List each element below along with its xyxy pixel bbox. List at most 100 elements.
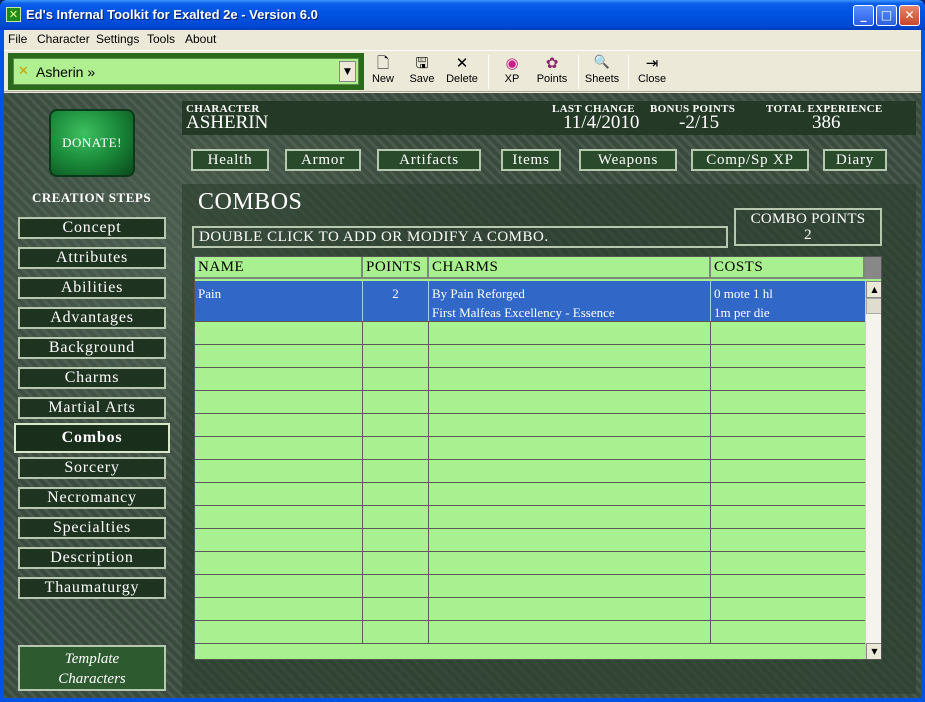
- menu-file[interactable]: File: [8, 32, 27, 46]
- empty-cell: [429, 414, 711, 436]
- menu-bar: File Character Settings Tools About: [4, 30, 921, 48]
- grid-header-corner: [865, 257, 881, 279]
- empty-cell: [195, 368, 363, 390]
- character-selector-frame: ✕ Asherin » ▼: [8, 53, 364, 90]
- dropdown-arrow-icon[interactable]: ▼: [339, 61, 356, 82]
- table-row[interactable]: [195, 529, 865, 552]
- step-specialties[interactable]: Specialties: [18, 517, 166, 539]
- step-martial-arts[interactable]: Martial Arts: [18, 397, 166, 419]
- minimize-button[interactable]: _: [853, 5, 874, 26]
- step-background[interactable]: Background: [18, 337, 166, 359]
- cell-name: Pain: [195, 281, 363, 321]
- menu-character[interactable]: Character: [37, 32, 90, 46]
- step-necromancy[interactable]: Necromancy: [18, 487, 166, 509]
- table-row[interactable]: [195, 483, 865, 506]
- table-row[interactable]: [195, 621, 865, 644]
- empty-cell: [363, 460, 429, 482]
- title-bar[interactable]: ✕ Ed's Infernal Toolkit for Exalted 2e -…: [0, 0, 925, 30]
- delete-button[interactable]: ✕ Delete: [443, 53, 481, 91]
- table-row[interactable]: [195, 506, 865, 529]
- step-description[interactable]: Description: [18, 547, 166, 569]
- scroll-up-icon[interactable]: ▲: [866, 281, 881, 298]
- empty-cell: [363, 552, 429, 574]
- sheets-button[interactable]: 🔍 Sheets: [584, 53, 620, 91]
- empty-cell: [711, 529, 865, 551]
- table-row[interactable]: [195, 575, 865, 598]
- empty-cell: [363, 391, 429, 413]
- close-button[interactable]: ⇥ Close: [637, 53, 667, 91]
- step-abilities[interactable]: Abilities: [18, 277, 166, 299]
- template-characters-button[interactable]: Template Characters: [18, 645, 166, 691]
- character-selector[interactable]: ✕ Asherin » ▼: [13, 58, 359, 85]
- empty-cell: [711, 460, 865, 482]
- empty-cell: [363, 529, 429, 551]
- empty-cell: [429, 575, 711, 597]
- grid-scrollbar[interactable]: ▲ ▼: [865, 281, 881, 659]
- column-header-name[interactable]: NAME: [195, 257, 363, 279]
- save-button[interactable]: 🖫 Save: [406, 53, 438, 91]
- empty-cell: [711, 621, 865, 643]
- scroll-thumb[interactable]: [866, 298, 881, 314]
- empty-cell: [195, 391, 363, 413]
- step-thaumaturgy[interactable]: Thaumaturgy: [18, 577, 166, 599]
- column-header-charms[interactable]: CHARMS: [429, 257, 711, 279]
- empty-cell: [195, 621, 363, 643]
- tab-artifacts[interactable]: Artifacts: [377, 149, 481, 171]
- empty-cell: [711, 345, 865, 367]
- panel-title: COMBOS: [198, 189, 303, 215]
- table-row[interactable]: [195, 345, 865, 368]
- column-header-points[interactable]: POINTS: [363, 257, 429, 279]
- empty-cell: [711, 483, 865, 505]
- empty-cell: [195, 529, 363, 551]
- step-charms[interactable]: Charms: [18, 367, 166, 389]
- delete-button-label: Delete: [446, 73, 478, 85]
- empty-cell: [429, 621, 711, 643]
- column-header-costs[interactable]: COSTS: [711, 257, 865, 279]
- points-icon: ✿: [545, 54, 559, 72]
- table-row[interactable]: [195, 552, 865, 575]
- tab-weapons[interactable]: Weapons: [579, 149, 677, 171]
- combos-grid[interactable]: NAME POINTS CHARMS COSTS Pain 2 By Pain …: [194, 256, 882, 660]
- empty-cell: [363, 506, 429, 528]
- table-row[interactable]: [195, 460, 865, 483]
- step-combos[interactable]: Combos: [14, 423, 170, 453]
- points-button[interactable]: ✿ Points: [535, 53, 569, 91]
- donate-button[interactable]: DONATE!: [49, 109, 135, 177]
- menu-settings[interactable]: Settings: [96, 32, 139, 46]
- table-row[interactable]: Pain 2 By Pain Reforged First Malfeas Ex…: [195, 281, 865, 322]
- instruction-text: DOUBLE CLICK TO ADD OR MODIFY A COMBO.: [192, 226, 728, 248]
- empty-cell: [363, 345, 429, 367]
- tab-armor[interactable]: Armor: [285, 149, 361, 171]
- step-attributes[interactable]: Attributes: [18, 247, 166, 269]
- empty-cell: [429, 552, 711, 574]
- character-selector-value: Asherin »: [36, 64, 96, 80]
- xp-button[interactable]: ◉ XP: [500, 53, 524, 91]
- tab-comp-sp-xp[interactable]: Comp/Sp XP: [691, 149, 809, 171]
- cell-charms-line1: By Pain Reforged: [432, 286, 525, 301]
- table-row[interactable]: [195, 414, 865, 437]
- table-row[interactable]: [195, 368, 865, 391]
- table-row[interactable]: [195, 322, 865, 345]
- tab-health[interactable]: Health: [191, 149, 269, 171]
- step-concept[interactable]: Concept: [18, 217, 166, 239]
- empty-cell: [711, 391, 865, 413]
- template-line1: Template: [64, 651, 120, 667]
- table-row[interactable]: [195, 437, 865, 460]
- tab-items[interactable]: Items: [501, 149, 561, 171]
- maximize-button[interactable]: □: [876, 5, 897, 26]
- table-row[interactable]: [195, 598, 865, 621]
- toolkit-x-icon: ✕: [6, 7, 21, 22]
- toolbar-separator: [488, 55, 489, 89]
- table-row[interactable]: [195, 391, 865, 414]
- step-advantages[interactable]: Advantages: [18, 307, 166, 329]
- empty-cell: [195, 437, 363, 459]
- close-window-button[interactable]: ✕: [899, 5, 920, 26]
- close-button-label: Close: [637, 73, 667, 85]
- scroll-down-icon[interactable]: ▼: [866, 643, 881, 659]
- menu-tools[interactable]: Tools: [147, 32, 175, 46]
- step-sorcery[interactable]: Sorcery: [18, 457, 166, 479]
- tab-diary[interactable]: Diary: [823, 149, 887, 171]
- new-button[interactable]: 🗋 New: [368, 53, 398, 91]
- menu-about[interactable]: About: [185, 32, 216, 46]
- empty-cell: [195, 483, 363, 505]
